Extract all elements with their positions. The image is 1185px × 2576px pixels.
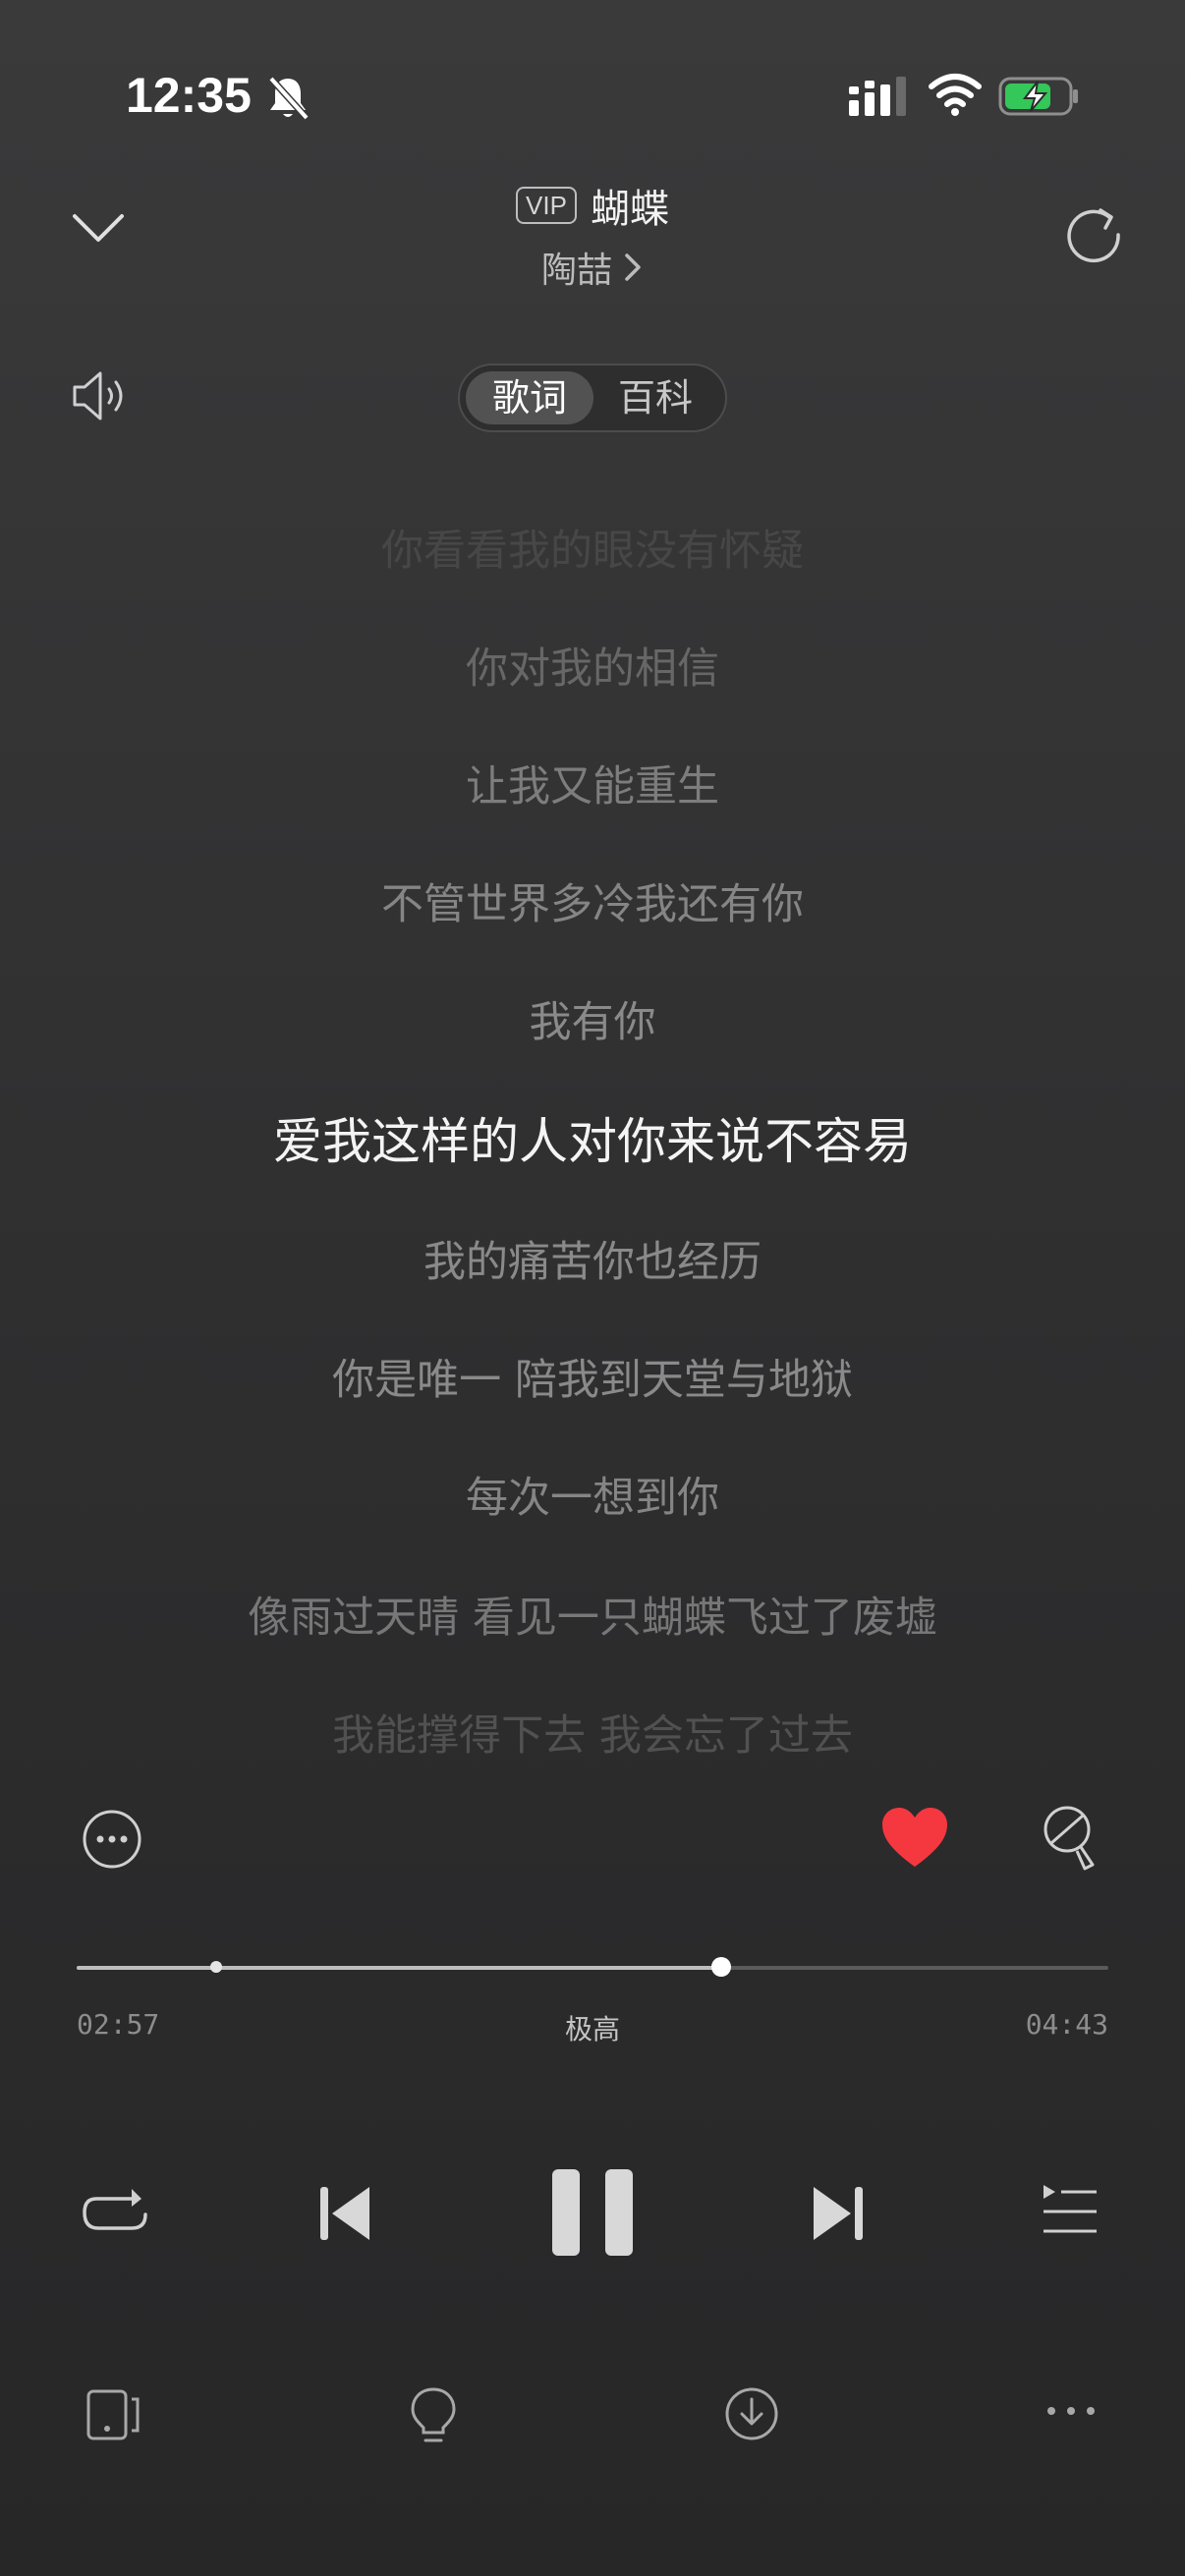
tab-lyrics[interactable]: 歌词 [466,365,593,430]
device-icon[interactable] [85,2387,143,2442]
lyrics-wiki-switch: 歌词 百科 [458,364,727,432]
status-time: 12:35 [126,68,252,123]
chevron-right-icon [622,251,644,284]
climax-marker [209,1961,222,1973]
previous-icon[interactable] [316,2183,373,2244]
playlist-icon[interactable] [1040,2183,1100,2240]
progress-fill [77,1966,722,1970]
tip-icon[interactable] [1040,1804,1100,1875]
wifi-icon [928,73,983,118]
refresh-icon[interactable] [1063,204,1124,265]
heart-icon[interactable] [880,1806,949,1871]
download-icon[interactable] [723,2385,780,2442]
lyric-line[interactable]: 像雨过天晴 看见一只蝴蝶飞过了废墟 [0,1584,1185,1645]
lyric-line[interactable]: 我能撑得下去 我会忘了过去 [0,1702,1185,1763]
total-time: 04:43 [1025,2008,1108,2041]
vip-badge: VIP [516,187,577,224]
pause-icon[interactable] [548,2165,637,2260]
lyric-line[interactable]: 让我又能重生 [0,753,1185,813]
lyric-line[interactable]: 每次一想到你 [0,1464,1185,1525]
more-dots-icon[interactable] [1045,2403,1097,2419]
bulb-icon[interactable] [409,2385,458,2446]
lyric-line[interactable]: 我的痛苦你也经历 [0,1228,1185,1289]
more-circle-icon[interactable] [81,1808,143,1871]
quality-button[interactable]: 极高 [0,2008,1185,2047]
song-title-row: VIP 蝴蝶 [0,177,1185,234]
repeat-icon[interactable] [81,2183,151,2244]
lyric-line-current[interactable]: 爱我这样的人对你来说不容易 [0,1102,1185,1173]
volume-icon[interactable] [71,367,130,424]
lyric-line[interactable]: 你是唯一 陪我到天堂与地狱 [0,1346,1185,1407]
lyric-line[interactable]: 你看看我的眼没有怀疑 [0,517,1185,578]
artist-name: 陶喆 [540,251,612,291]
silent-bell-icon [265,73,310,122]
lyric-line[interactable]: 我有你 [0,988,1185,1049]
tab-wiki[interactable]: 百科 [592,365,719,430]
cellular-signal-icon [847,77,908,118]
lyric-line[interactable]: 你对我的相信 [0,635,1185,696]
artist-link[interactable]: 陶喆 [0,242,1185,293]
progress-thumb[interactable] [711,1957,732,1977]
next-icon[interactable] [810,2183,867,2244]
progress-slider[interactable] [77,1957,1108,1977]
song-title: 蝴蝶 [590,187,669,232]
battery-charging-icon [998,75,1081,118]
lyric-line[interactable]: 不管世界多冷我还有你 [0,870,1185,931]
